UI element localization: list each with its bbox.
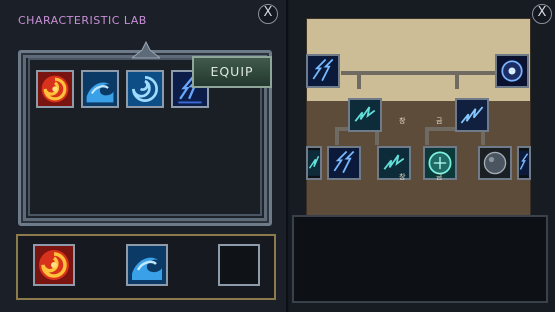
node-label: 창: [399, 117, 406, 125]
frame-crest-ornament: [132, 40, 160, 59]
skill-node-spark-a[interactable]: [348, 98, 382, 132]
equip-button[interactable]: EQUIP: [192, 56, 272, 88]
skill-node-partial-right[interactable]: [517, 146, 531, 180]
node-label: 금: [436, 173, 443, 181]
skill-detail-box: [292, 215, 548, 303]
inventory-slot-fire-swirl[interactable]: [36, 70, 74, 108]
fire-swirl-icon: [35, 246, 73, 284]
skill-node-spark-b[interactable]: [455, 98, 489, 132]
fire-swirl-icon: [38, 72, 72, 106]
lightning-icon: [308, 56, 338, 86]
water-wave-icon: [83, 72, 117, 106]
lightning-icon: [519, 150, 529, 176]
skill-node-stone-orb[interactable]: [478, 146, 512, 180]
inventory-slot-whirlpool[interactable]: [126, 70, 164, 108]
inventory-slot-water-wave[interactable]: [81, 70, 119, 108]
close-button[interactable]: X: [532, 4, 552, 24]
lightning-icon: [329, 148, 359, 178]
close-button[interactable]: X: [258, 4, 278, 24]
spark-icon: [457, 100, 487, 130]
spark-icon: [350, 100, 380, 130]
water-wave-icon: [128, 246, 166, 284]
energy-orb-icon: [497, 56, 527, 86]
skill-node-partial-left[interactable]: [306, 146, 322, 180]
spark-icon: [308, 150, 320, 176]
skill-node-lightning-1[interactable]: [306, 54, 340, 88]
skill-node-orb[interactable]: [495, 54, 529, 88]
stone-orb-icon: [480, 148, 510, 178]
tree-connectors: [335, 71, 495, 145]
node-label: 창: [399, 173, 406, 181]
skill-node-spark-c[interactable]: [377, 146, 411, 180]
equipped-slot-fire-swirl[interactable]: [33, 244, 75, 286]
node-label: 금: [436, 117, 443, 125]
skill-tree-map: [306, 18, 531, 216]
skill-node-lightning-2[interactable]: [327, 146, 361, 180]
equipped-slot-water-wave[interactable]: [126, 244, 168, 286]
whirlpool-icon: [128, 72, 162, 106]
panel-title: CHARACTERISTIC LAB: [18, 14, 147, 27]
equipped-slot-empty[interactable]: [218, 244, 260, 286]
